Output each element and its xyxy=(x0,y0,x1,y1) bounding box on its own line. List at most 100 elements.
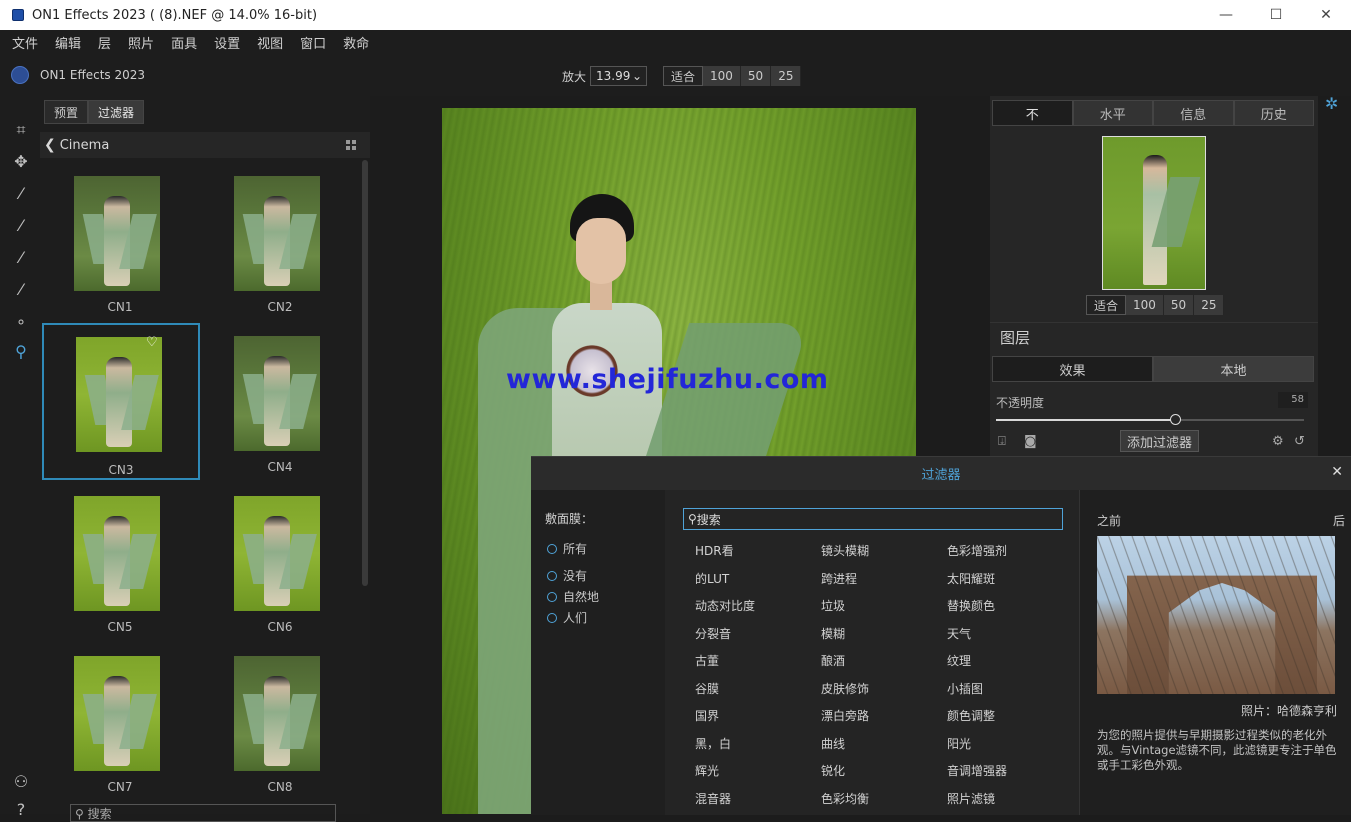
filter-item[interactable]: HDR看 xyxy=(695,542,734,559)
filter-item[interactable]: 锐化 xyxy=(821,762,845,779)
tab-navigator[interactable]: 不 xyxy=(992,100,1073,126)
masking-brush-icon[interactable]: ⁄ xyxy=(11,248,31,268)
filter-item[interactable]: 皮肤修饰 xyxy=(821,680,869,697)
menu-file[interactable]: 文件 xyxy=(12,33,38,52)
layers-header[interactable]: 图层 xyxy=(990,322,1318,352)
menu-edit[interactable]: 编辑 xyxy=(55,33,81,52)
settings-gear-icon[interactable]: ⚙ xyxy=(1272,434,1284,449)
brush-tool-icon[interactable]: ⁄ xyxy=(11,216,31,236)
browser-scrollbar[interactable] xyxy=(362,160,368,586)
filter-item[interactable]: 酿酒 xyxy=(821,652,845,669)
reset-icon[interactable]: ↺ xyxy=(1294,434,1305,449)
minimize-button[interactable]: — xyxy=(1201,0,1251,30)
preset-thumb[interactable]: CN7 xyxy=(40,640,200,800)
tab-history[interactable]: 历史 xyxy=(1233,100,1314,126)
filter-item[interactable]: 音调增强器 xyxy=(947,762,1007,779)
zoom-50-button[interactable]: 50 xyxy=(740,66,772,86)
radio-nature[interactable]: 自然地 xyxy=(547,588,599,605)
opacity-handle[interactable] xyxy=(1169,414,1181,425)
tab-presets[interactable]: 预置 xyxy=(44,100,89,124)
filter-item[interactable]: 颜色调整 xyxy=(947,707,995,724)
menu-window[interactable]: 窗口 xyxy=(300,33,326,52)
filter-item[interactable]: 动态对比度 xyxy=(695,597,755,614)
maximize-button[interactable]: ☐ xyxy=(1251,0,1301,30)
filter-item[interactable]: 小插图 xyxy=(947,680,983,697)
zoom-fit-button[interactable]: 适合 xyxy=(663,66,704,86)
preset-thumb[interactable]: CN5 xyxy=(40,480,200,640)
radio-all[interactable]: 所有 xyxy=(547,540,587,557)
mask-icon[interactable]: ◙ xyxy=(1024,434,1037,449)
nav-100-button[interactable]: 100 xyxy=(1126,295,1164,315)
radio-none[interactable]: 没有 xyxy=(547,567,587,584)
nav-25-button[interactable]: 25 xyxy=(1194,295,1225,315)
chevron-left-icon[interactable]: ❮ xyxy=(44,137,56,153)
filter-item[interactable]: 模糊 xyxy=(821,625,845,642)
filter-item[interactable]: 太阳耀斑 xyxy=(947,570,995,587)
dialog-close-button[interactable]: ✕ xyxy=(1331,464,1343,480)
favorite-heart-icon[interactable]: ♡ xyxy=(146,335,158,350)
filter-item[interactable]: 纹理 xyxy=(947,652,971,669)
nav-fit-button[interactable]: 适合 xyxy=(1086,295,1127,315)
filter-item[interactable]: 曲线 xyxy=(821,735,845,752)
nav-50-button[interactable]: 50 xyxy=(1163,295,1195,315)
filter-item[interactable]: 阳光 xyxy=(947,735,971,752)
zoom-25-button[interactable]: 25 xyxy=(771,66,802,86)
add-filter-button[interactable]: 添加过滤器 xyxy=(1120,430,1200,452)
radio-people[interactable]: 人们 xyxy=(547,609,587,626)
preset-thumb[interactable]: CN2 xyxy=(200,160,360,320)
filter-item[interactable]: 照片滤镜 xyxy=(947,790,995,807)
retouch-brush-icon[interactable]: ⁄ xyxy=(11,280,31,300)
filter-item[interactable]: 古董 xyxy=(695,652,719,669)
breadcrumb[interactable]: ❮ Cinema xyxy=(40,132,370,158)
filter-item[interactable]: 天气 xyxy=(947,625,971,642)
close-button[interactable]: ✕ xyxy=(1301,0,1351,30)
filter-item[interactable]: 镜头模糊 xyxy=(821,542,869,559)
navigator-preview[interactable] xyxy=(1102,136,1206,290)
preset-thumb-selected[interactable]: ♡ CN3 xyxy=(42,323,200,480)
tab-effects[interactable]: 效果 xyxy=(992,356,1153,382)
filter-item[interactable]: 分裂音 xyxy=(695,625,731,642)
filter-item[interactable]: 辉光 xyxy=(695,762,719,779)
magic-wand-icon[interactable]: ⁄ xyxy=(11,184,31,204)
help-icon[interactable]: ? xyxy=(11,800,31,820)
zoom-hand-icon[interactable]: ⚲ xyxy=(11,342,31,362)
tab-info[interactable]: 信息 xyxy=(1153,100,1234,126)
zoom-100-button[interactable]: 100 xyxy=(703,66,741,86)
browser-search-input[interactable]: ⚲ 搜索 xyxy=(70,804,336,822)
import-icon[interactable]: ⍗ xyxy=(998,434,1006,449)
move-tool-icon[interactable]: ✥ xyxy=(11,152,31,172)
zoom-select[interactable]: 13.99 ⌄ xyxy=(590,66,648,86)
opacity-value[interactable]: 58 xyxy=(1278,392,1308,408)
opacity-slider[interactable] xyxy=(996,414,1304,425)
filter-item[interactable]: 谷膜 xyxy=(695,680,719,697)
filter-item[interactable]: 黑，白 xyxy=(695,735,731,752)
filter-item[interactable]: 替换颜色 xyxy=(947,597,995,614)
menu-settings[interactable]: 设置 xyxy=(214,33,240,52)
preset-thumb[interactable]: CN6 xyxy=(200,480,360,640)
gear-icon[interactable]: ✲ xyxy=(1325,94,1343,113)
filter-item[interactable]: 混音器 xyxy=(695,790,731,807)
crop-tool-icon[interactable]: ⌗ xyxy=(11,120,31,140)
tab-filters[interactable]: 过滤器 xyxy=(88,100,145,124)
menu-view[interactable]: 视图 xyxy=(257,33,283,52)
tab-levels[interactable]: 水平 xyxy=(1072,100,1153,126)
tab-local[interactable]: 本地 xyxy=(1153,356,1314,382)
clone-tool-icon[interactable]: ∘ xyxy=(11,312,31,332)
filter-item[interactable]: 垃圾 xyxy=(821,597,845,614)
menu-layer[interactable]: 层 xyxy=(98,33,111,52)
filter-item[interactable]: 色彩增强剂 xyxy=(947,542,1007,559)
filter-item[interactable]: 漂白旁路 xyxy=(821,707,869,724)
filter-item[interactable]: 的LUT xyxy=(695,570,729,587)
menu-photo[interactable]: 照片 xyxy=(128,33,154,52)
user-icon[interactable]: ⚇ xyxy=(11,772,31,792)
menu-help[interactable]: 救命 xyxy=(343,33,369,52)
menu-mask[interactable]: 面具 xyxy=(171,33,197,52)
filter-item[interactable]: 跨进程 xyxy=(821,570,857,587)
filter-item[interactable]: 国界 xyxy=(695,707,719,724)
grid-view-icon[interactable] xyxy=(346,140,356,150)
preset-thumb[interactable]: CN1 xyxy=(40,160,200,320)
preset-thumb[interactable]: CN8 xyxy=(200,640,360,800)
filter-search-input[interactable]: ⚲ 搜索 xyxy=(683,508,1063,530)
filter-item[interactable]: 色彩均衡 xyxy=(821,790,869,807)
preset-thumb[interactable]: CN4 xyxy=(200,320,360,480)
